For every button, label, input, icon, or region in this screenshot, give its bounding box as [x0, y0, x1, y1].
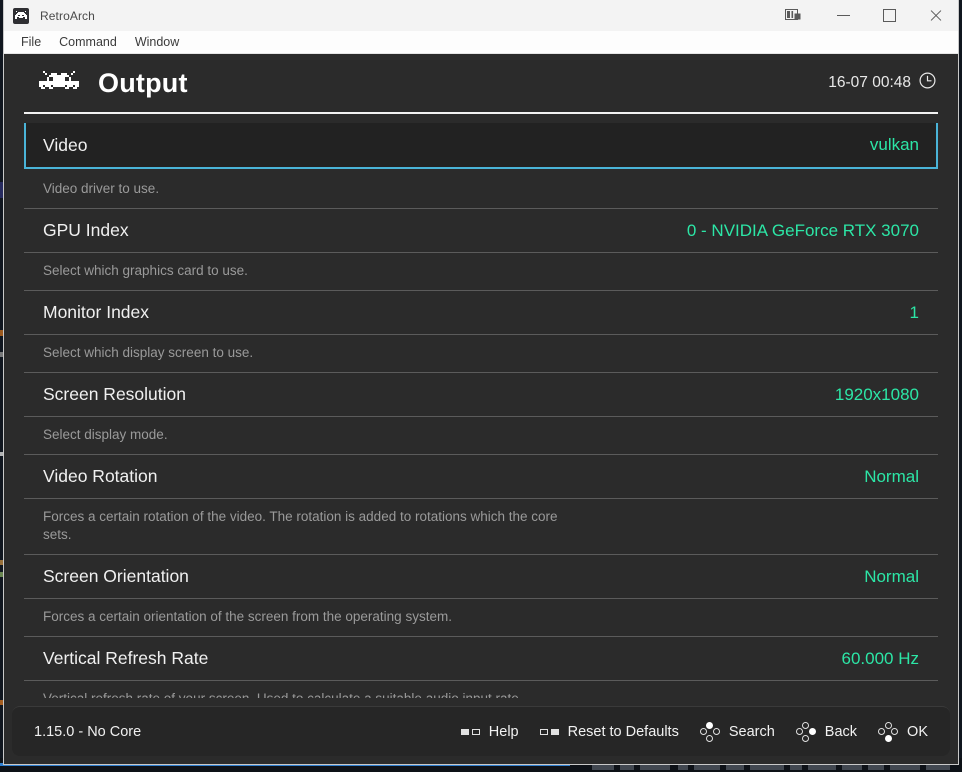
- setting-description: Forces a certain orientation of the scre…: [24, 598, 938, 636]
- minimize-icon: [836, 15, 850, 16]
- menu-item-command[interactable]: Command: [50, 33, 126, 51]
- settings-entry: Screen Resolution 1920x1080 Select displ…: [24, 372, 938, 454]
- setting-row-monitor-index[interactable]: Monitor Index 1: [24, 290, 938, 334]
- setting-row-vertical-refresh-rate[interactable]: Vertical Refresh Rate 60.000 Hz: [24, 636, 938, 680]
- footer-actions: Help Reset to Defaults Search Back OK: [460, 721, 928, 742]
- settings-entry: Video Rotation Normal Forces a certain r…: [24, 454, 938, 554]
- footer-action-help[interactable]: Help: [460, 723, 519, 740]
- maximize-button[interactable]: [866, 0, 912, 31]
- footer-action-label: OK: [907, 723, 928, 740]
- setting-label: Monitor Index: [43, 302, 150, 322]
- settings-entry: GPU Index 0 - NVIDIA GeForce RTX 3070 Se…: [24, 208, 938, 290]
- footer-action-reset-to-defaults[interactable]: Reset to Defaults: [539, 723, 679, 740]
- setting-description: Select display mode.: [24, 416, 938, 454]
- setting-row-screen-resolution[interactable]: Screen Resolution 1920x1080: [24, 372, 938, 416]
- header-clock: 16-07 00:48: [828, 72, 936, 94]
- footer-action-label: Help: [488, 723, 519, 740]
- minimize-button[interactable]: [820, 0, 866, 31]
- menu-item-window[interactable]: Window: [126, 33, 188, 51]
- settings-entry: Screen Orientation Normal Forces a certa…: [24, 554, 938, 636]
- setting-value: vulkan: [869, 135, 919, 154]
- settings-entry: Vertical Refresh Rate 60.000 Hz Vertical…: [24, 636, 938, 698]
- setting-label: GPU Index: [43, 220, 129, 240]
- menubar: File Command Window: [4, 31, 958, 54]
- footer-action-search[interactable]: Search: [699, 721, 775, 742]
- version-label: 1.15.0 - No Core: [34, 723, 142, 740]
- layout-snap-icon[interactable]: [766, 0, 820, 31]
- setting-description: Select which display screen to use.: [24, 334, 938, 372]
- gamepad-y-button-icon: [699, 721, 720, 742]
- setting-description: Video driver to use.: [43, 181, 160, 196]
- retroarch-menu-body: Output 16-07 00:48 Video vulkan Video dr…: [4, 54, 958, 764]
- setting-value: 0 - NVIDIA GeForce RTX 3070: [686, 220, 919, 240]
- clock-text: 16-07 00:48: [828, 74, 911, 91]
- setting-row-video[interactable]: Video vulkan: [24, 123, 938, 169]
- setting-row-gpu-index[interactable]: GPU Index 0 - NVIDIA GeForce RTX 3070: [24, 208, 938, 252]
- setting-value: 60.000 Hz: [841, 648, 920, 668]
- settings-list: Video vulkan Video driver to use. GPU In…: [4, 114, 958, 698]
- retroarch-window: RetroArch File Command Window Output 16-…: [4, 0, 958, 764]
- setting-row-video-rotation[interactable]: Video Rotation Normal: [24, 454, 938, 498]
- close-button[interactable]: [912, 0, 958, 31]
- footer-action-label: Reset to Defaults: [567, 723, 679, 740]
- setting-row-screen-orientation[interactable]: Screen Orientation Normal: [24, 554, 938, 598]
- menu-item-file[interactable]: File: [12, 33, 50, 51]
- retroarch-app-icon: [13, 7, 29, 24]
- page-title: Output: [98, 67, 188, 98]
- gamepad-b-button-icon: [795, 721, 816, 742]
- shoulder-button-left-icon: [460, 728, 480, 735]
- clock-icon: [919, 72, 936, 94]
- window-title: RetroArch: [40, 8, 95, 23]
- footer-action-ok[interactable]: OK: [878, 721, 928, 742]
- footer-bar: 1.15.0 - No Core Help Reset to Defaults: [12, 706, 950, 756]
- settings-entry: Monitor Index 1 Select which display scr…: [24, 290, 938, 372]
- setting-description: Forces a certain rotation of the video. …: [24, 498, 938, 554]
- space-invader-icon: [38, 71, 80, 95]
- footer-action-label: Back: [824, 723, 858, 740]
- gamepad-a-button-icon: [878, 721, 899, 742]
- setting-value: Normal: [864, 466, 919, 486]
- settings-entry: Video vulkan Video driver to use.: [24, 123, 938, 208]
- footer-action-back[interactable]: Back: [795, 721, 858, 742]
- shoulder-button-right-icon: [539, 728, 559, 735]
- setting-value: 1: [909, 302, 919, 322]
- footer-action-label: Search: [728, 723, 775, 740]
- menu-header: Output 16-07 00:48: [4, 54, 958, 112]
- setting-value: 1920x1080: [834, 384, 919, 404]
- setting-label: Video Rotation: [43, 466, 158, 486]
- setting-label: Vertical Refresh Rate: [43, 648, 209, 668]
- setting-label: Screen Orientation: [43, 566, 189, 586]
- window-controls: [766, 0, 958, 31]
- setting-description: Select which graphics card to use.: [24, 252, 938, 290]
- setting-label: Screen Resolution: [43, 384, 186, 404]
- setting-label: Video: [43, 134, 88, 155]
- maximize-icon: [882, 9, 896, 22]
- setting-description: Vertical refresh rate of your screen. Us…: [24, 680, 938, 698]
- close-icon: [929, 9, 942, 22]
- window-titlebar[interactable]: RetroArch: [4, 0, 958, 31]
- setting-value: Normal: [864, 566, 919, 586]
